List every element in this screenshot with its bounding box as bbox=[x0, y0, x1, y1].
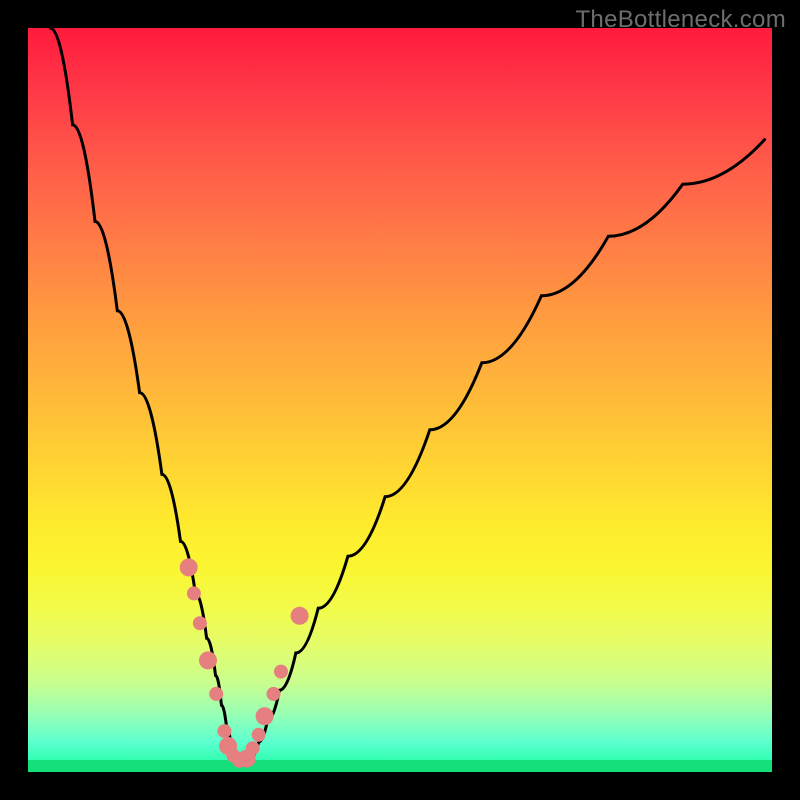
highlight-marker bbox=[209, 687, 223, 701]
highlight-marker bbox=[187, 586, 201, 600]
chart-plot-area bbox=[28, 28, 772, 772]
highlight-marker bbox=[217, 724, 231, 738]
highlight-marker bbox=[180, 558, 198, 576]
highlight-markers bbox=[180, 558, 309, 767]
bottleneck-curve-path bbox=[50, 28, 764, 762]
baseline-strip bbox=[28, 760, 772, 772]
highlight-marker bbox=[193, 616, 207, 630]
watermark-text: TheBottleneck.com bbox=[575, 6, 786, 34]
highlight-marker bbox=[291, 607, 309, 625]
highlight-marker bbox=[256, 707, 274, 725]
bottleneck-curve bbox=[50, 28, 764, 762]
highlight-marker bbox=[252, 728, 266, 742]
highlight-marker bbox=[219, 737, 237, 755]
chart-overlay bbox=[28, 28, 772, 772]
highlight-marker bbox=[199, 651, 217, 669]
highlight-marker bbox=[246, 741, 260, 755]
highlight-marker bbox=[267, 687, 281, 701]
highlight-marker bbox=[274, 665, 288, 679]
